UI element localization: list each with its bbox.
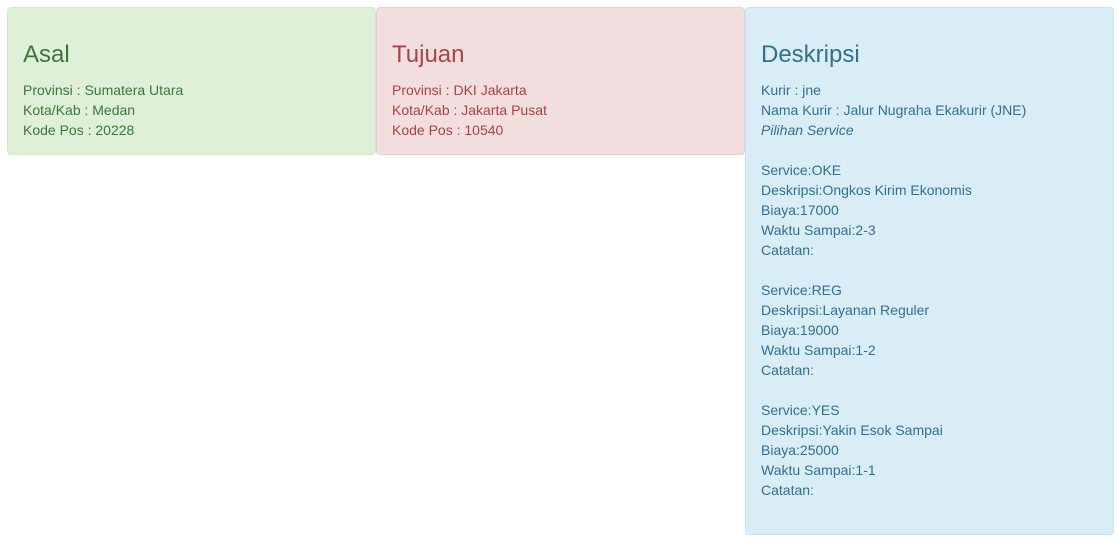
kurir-name: Nama Kurir : Jalur Nugraha Ekakurir (JNE…: [761, 102, 1027, 118]
asal-panel: Asal Provinsi : Sumatera Utara Kota/Kab …: [7, 7, 376, 155]
asal-kota: Kota/Kab : Medan: [23, 102, 136, 118]
pilihan-service-label: Pilihan Service: [761, 122, 854, 138]
service-eta: Waktu Sampai:1-2: [761, 342, 876, 358]
deskripsi-body: Kurir : jne Nama Kurir : Jalur Nugraha E…: [761, 80, 1026, 500]
asal-kodepos: Kode Pos : 20228: [23, 122, 135, 138]
asal-provinsi: Provinsi : Sumatera Utara: [23, 82, 184, 98]
tujuan-kodepos: Kode Pos : 10540: [392, 122, 504, 138]
service-description: Deskripsi:Yakin Esok Sampai: [761, 422, 943, 438]
service-item: Service:REG Deskripsi:Layanan Reguler Bi…: [761, 280, 1026, 380]
service-code: Service:REG: [761, 282, 842, 298]
service-note: Catatan:: [761, 362, 814, 378]
tujuan-title: Tujuan: [392, 41, 465, 68]
service-eta: Waktu Sampai:1-1: [761, 462, 876, 478]
service-cost: Biaya:25000: [761, 442, 839, 458]
tujuan-kota: Kota/Kab : Jakarta Pusat: [392, 102, 547, 118]
tujuan-provinsi: Provinsi : DKI Jakarta: [392, 82, 527, 98]
tujuan-panel: Tujuan Provinsi : DKI Jakarta Kota/Kab :…: [376, 7, 745, 155]
service-note: Catatan:: [761, 242, 814, 258]
asal-body: Provinsi : Sumatera Utara Kota/Kab : Med…: [23, 80, 183, 140]
deskripsi-title: Deskripsi: [761, 41, 860, 68]
asal-title: Asal: [23, 41, 70, 68]
service-item: Service:OKE Deskripsi:Ongkos Kirim Ekono…: [761, 160, 1026, 260]
service-description: Deskripsi:Layanan Reguler: [761, 302, 930, 318]
service-code: Service:YES: [761, 402, 840, 418]
kurir-code: Kurir : jne: [761, 82, 821, 98]
service-cost: Biaya:19000: [761, 322, 839, 338]
service-item: Service:YES Deskripsi:Yakin Esok Sampai …: [761, 400, 1026, 500]
service-description: Deskripsi:Ongkos Kirim Ekonomis: [761, 182, 972, 198]
deskripsi-panel: Deskripsi Kurir : jne Nama Kurir : Jalur…: [745, 7, 1114, 535]
tujuan-body: Provinsi : DKI Jakarta Kota/Kab : Jakart…: [392, 80, 547, 140]
service-cost: Biaya:17000: [761, 202, 839, 218]
service-note: Catatan:: [761, 482, 814, 498]
service-code: Service:OKE: [761, 162, 842, 178]
service-eta: Waktu Sampai:2-3: [761, 222, 876, 238]
